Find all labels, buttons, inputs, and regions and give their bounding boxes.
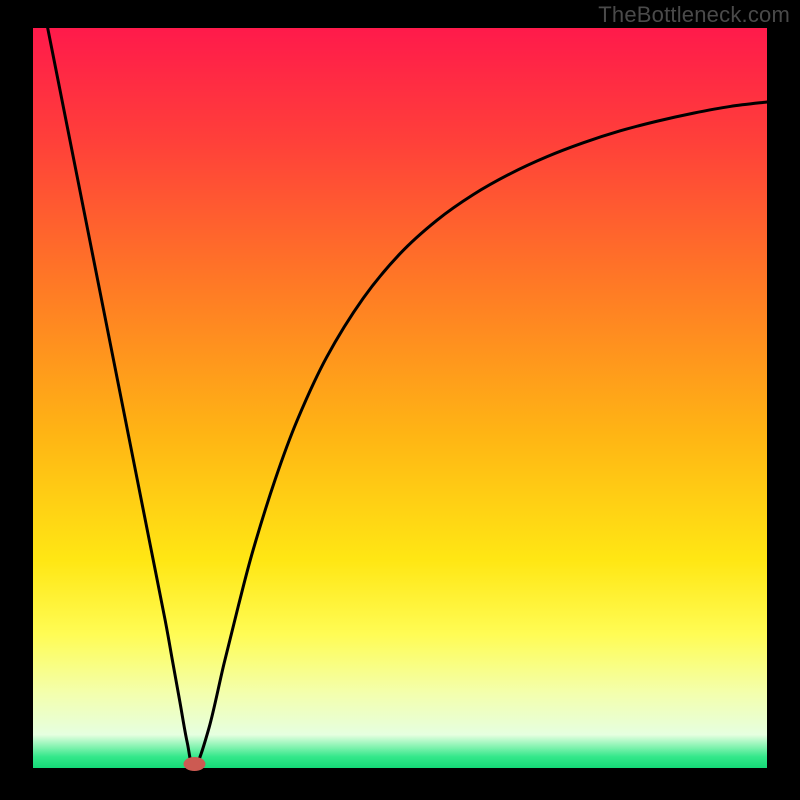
optimal-marker: [183, 757, 205, 771]
chart-frame: TheBottleneck.com: [0, 0, 800, 800]
chart-plot-area: [33, 28, 767, 768]
bottleneck-chart: [0, 0, 800, 800]
watermark-text: TheBottleneck.com: [598, 2, 790, 28]
